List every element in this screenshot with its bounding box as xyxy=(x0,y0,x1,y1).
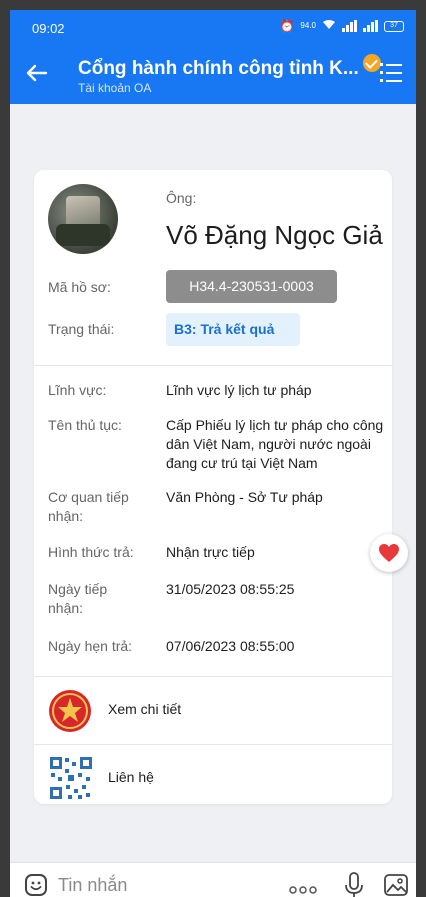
field-value-received-date: 31/05/2023 08:55:25 xyxy=(166,581,295,597)
message-composer: Tin nhắn xyxy=(10,862,416,897)
applicant-name: Võ Đặng Ngọc Giả xyxy=(166,220,383,250)
field-value-procedure: Cấp Phiếu lý lịch tư pháp cho công dân V… xyxy=(166,417,384,471)
image-icon[interactable] xyxy=(383,873,409,897)
field-label-procedure: Tên thủ tục: xyxy=(48,417,122,433)
divider xyxy=(34,365,392,366)
back-arrow-icon[interactable] xyxy=(22,58,52,88)
record-card: Ông: Võ Đặng Ngọc Giả Mã hồ sơ: H34.4-23… xyxy=(34,170,408,804)
status-label: Trạng thái: xyxy=(48,321,115,337)
field-value-agency: Văn Phòng - Sở Tư pháp xyxy=(166,489,323,505)
message-input[interactable]: Tin nhắn xyxy=(58,875,127,896)
account-type: Tài khoản OA xyxy=(78,81,152,95)
field-label-agency: Cơ quan tiếp nhận: xyxy=(48,489,129,524)
field-label-domain: Lĩnh vực: xyxy=(48,382,107,398)
field-value-due-date: 07/06/2023 08:55:00 xyxy=(166,638,295,654)
field-label-due-date: Ngày hẹn trả: xyxy=(48,638,133,654)
view-detail-row[interactable]: Xem chi tiết xyxy=(34,676,392,744)
avatar xyxy=(48,184,118,254)
alarm-icon: ⏰ xyxy=(279,19,295,33)
heart-reaction-button[interactable] xyxy=(370,534,408,572)
code-label: Mã hồ sơ: xyxy=(48,279,111,295)
field-value-return-method: Nhận trực tiếp xyxy=(166,544,255,560)
field-label-received-date: Ngày tiếp nhận: xyxy=(48,581,108,616)
verified-badge-icon xyxy=(362,54,381,72)
emoji-icon[interactable] xyxy=(24,873,48,897)
app-header: Cổng hành chính công tỉnh K... Tài khoản… xyxy=(10,44,416,104)
list-menu-icon[interactable] xyxy=(380,63,402,83)
status-icons: ⏰ 94.0 37 xyxy=(279,19,404,33)
page-title: Cổng hành chính công tỉnh K... xyxy=(78,54,381,80)
signal-icon xyxy=(342,20,357,32)
contact-label: Liên hệ xyxy=(108,769,154,785)
status-time: 09:02 xyxy=(32,21,65,36)
view-detail-label: Xem chi tiết xyxy=(108,701,182,717)
heart-icon xyxy=(379,544,399,562)
qr-code-icon xyxy=(48,755,94,801)
page-title-text: Cổng hành chính công tỉnh K... xyxy=(78,58,359,79)
network-speed: 94.0 xyxy=(300,21,316,30)
app-frame: 09:02 ⏰ 94.0 37 Cổng hành chính công tỉn… xyxy=(0,0,426,897)
status-bar: 09:02 ⏰ 94.0 37 xyxy=(10,10,416,44)
field-value-domain: Lĩnh vực lý lịch tư pháp xyxy=(166,382,312,398)
record-code-badge: H34.4-230531-0003 xyxy=(166,270,337,303)
signal-icon-2 xyxy=(363,20,378,32)
wifi-icon xyxy=(322,19,336,33)
contact-row[interactable]: Liên hệ xyxy=(34,744,392,812)
name-prefix: Ông: xyxy=(166,190,197,206)
national-emblem-icon xyxy=(48,689,92,733)
status-badge: B3: Trả kết quả xyxy=(166,313,300,346)
more-options-icon[interactable] xyxy=(288,881,318,894)
field-label-return-method: Hình thức trả: xyxy=(48,544,134,560)
microphone-icon[interactable] xyxy=(344,871,364,897)
battery-icon: 37 xyxy=(384,20,404,32)
